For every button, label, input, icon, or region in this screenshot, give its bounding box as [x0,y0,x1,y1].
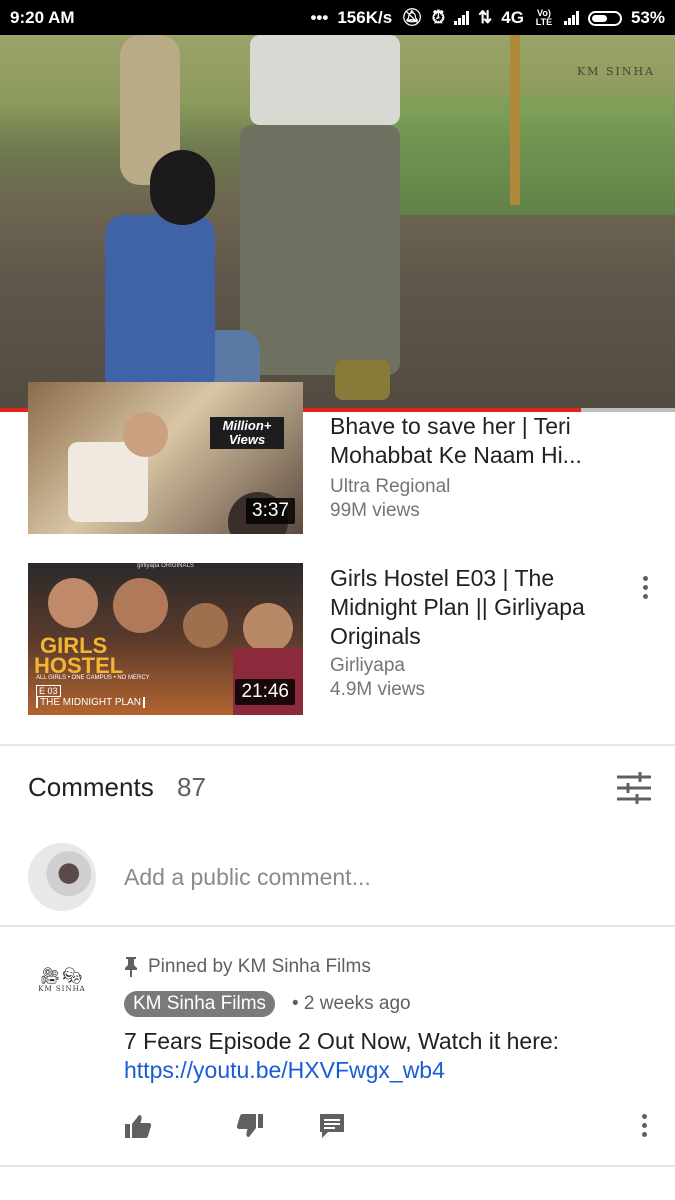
scene-pole [510,35,520,205]
alarm-icon: ⏰︎ [431,8,446,27]
video-title[interactable]: Girls Hostel E03 | The Midnight Plan || … [330,564,630,651]
pin-icon [125,957,137,977]
comments-count: 87 [177,772,206,802]
scene-grass [380,95,675,215]
thumbnail-episode-title: THE MIDNIGHT PLAN [36,697,145,708]
section-divider [0,925,675,927]
comment-link[interactable]: https://youtu.be/HXVFwgx_wb4 [124,1056,445,1085]
sort-comments-icon[interactable] [617,772,651,804]
video-thumbnail[interactable]: Million+ Views 3:37 [28,382,303,534]
reply-icon[interactable] [318,1112,346,1140]
channel-logo-text: KM SINHA [38,985,86,993]
battery-icon [587,10,622,26]
channel-avatar[interactable]: 🎥︎🎭︎ KM SINHA [30,966,94,1006]
comment-author[interactable]: KM Sinha Films [124,991,276,1017]
comment-age: • 2 weeks ago [292,993,411,1014]
video-channel: Girliyapa [330,655,405,676]
related-video-2[interactable]: girliyapa ORIGINALS GIRLS HOSTEL ALL GIR… [28,563,648,715]
pinned-label: Pinned by KM Sinha Films [124,956,371,978]
more-notifications-icon: ••• [310,8,329,27]
thumbnail-top-label: girliyapa ORIGINALS [137,563,194,569]
video-thumbnail[interactable]: girliyapa ORIGINALS GIRLS HOSTEL ALL GIR… [28,563,303,715]
pinned-by-text: Pinned by KM Sinha Films [148,956,371,977]
add-comment-input[interactable]: Add a public comment... [124,864,371,891]
thumbnail-tagline: ALL GIRLS • ONE CAMPUS • NO MERCY [36,675,150,681]
signal-icon-2 [563,11,579,25]
video-views: 99M views [330,500,420,521]
comment-more-options-icon[interactable] [641,1114,647,1137]
like-icon[interactable] [124,1112,152,1140]
video-channel: Ultra Regional [330,476,451,497]
comments-heading: Comments [28,772,154,802]
scene-sitting-boy [90,150,270,410]
volte-icon: Vo) LTE [535,8,553,27]
network-type: 4G [501,8,524,27]
video-views: 4.9M views [330,679,426,700]
related-video-1[interactable]: Million+ Views 3:37 Bhave to save her | … [28,382,648,537]
dislike-icon[interactable] [236,1112,264,1140]
video-title[interactable]: Bhave to save her | Teri Mohabbat Ke Naa… [330,412,630,470]
video-duration: 3:37 [246,498,295,524]
thumbnail-episode: E 03 [36,685,61,697]
comment-text: 7 Fears Episode 2 Out Now, Watch it here… [124,1028,560,1054]
video-duration: 21:46 [235,679,295,705]
film-camera-icon: 🎥︎🎭︎ [39,966,85,985]
status-bar: 9:20 AM ••• 156K/s 🔕︎ ⏰︎ ⇅ 4G Vo) LTE 53… [0,0,675,35]
network-speed: 156K/s [337,8,393,27]
thumbnail-badge: Million+ Views [210,417,284,449]
user-avatar[interactable] [28,843,96,911]
section-divider [0,1165,675,1167]
status-time: 9:20 AM [10,8,75,27]
channel-watermark: KM SINHA [576,65,655,78]
more-options-icon[interactable] [642,576,648,599]
video-player[interactable]: KM SINHA [0,35,675,410]
section-divider [0,744,675,746]
mute-icon: 🔕︎ [401,8,423,27]
data-arrows-icon: ⇅ [478,8,493,27]
battery-level: 53% [630,8,665,27]
signal-icon [454,11,470,25]
